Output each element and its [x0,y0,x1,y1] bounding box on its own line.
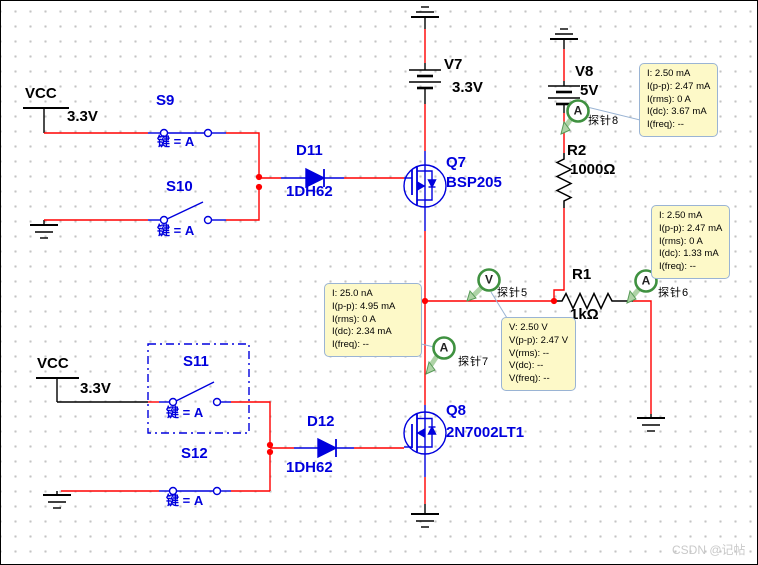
schematic-canvas: VCC 3.3V S9 键 = A S10 键 = A D11 1DH62 Q7… [0,0,758,565]
reading: V(dc): -- [509,360,544,372]
vcc-top-label[interactable]: VCC [25,86,57,101]
switch-s10[interactable] [148,201,226,225]
v7-value[interactable]: 3.3V [452,80,483,95]
ground-q8[interactable] [411,504,439,528]
ground-v8[interactable] [550,28,578,49]
resistor-r2[interactable] [555,153,573,208]
r2-ref[interactable]: R2 [567,143,586,158]
v7-ref[interactable]: V7 [444,57,462,72]
reading: V(rms): -- [509,347,550,359]
d11-part[interactable]: 1DH62 [286,184,333,199]
watermark: CSDN @记帖 [672,543,746,557]
reading: I(p-p): 2.47 mA [647,80,711,92]
reading: I(dc): 3.67 mA [647,106,707,118]
reading: I(p-p): 4.95 mA [332,300,396,312]
s10-key[interactable]: 键 = A [157,224,194,237]
s12-ref[interactable]: S12 [181,446,208,461]
probe-6-type: A [641,273,651,288]
battery-v7[interactable] [409,63,441,104]
mosfet-q7[interactable] [403,151,447,231]
s9-key[interactable]: 键 = A [157,135,194,148]
probe-5-label[interactable]: 探针5 [497,288,528,299]
r2-value[interactable]: 1000Ω [570,162,615,177]
reading: I(rms): 0 A [647,93,691,105]
reading: I(p-p): 2.47 mA [659,222,723,234]
probe-7-label[interactable]: 探针7 [458,357,489,368]
tooltip-leader-lines [416,106,658,348]
s11-key[interactable]: 键 = A [166,406,203,419]
probe-6-label[interactable]: 探针6 [658,288,689,299]
reading: I(rms): 0 A [659,235,703,247]
probe-6-tooltip: I: 2.50 mA I(p-p): 2.47 mA I(rms): 0 A I… [651,205,731,279]
probe-5-tooltip: V: 2.50 V V(p-p): 2.47 V V(rms): -- V(dc… [501,317,577,391]
s12-key[interactable]: 键 = A [166,494,203,507]
r1-ref[interactable]: R1 [572,267,591,282]
reading: I: 2.50 mA [659,210,703,221]
s11-ref[interactable]: S11 [183,354,209,369]
d12-ref[interactable]: D12 [307,414,335,429]
s9-ref[interactable]: S9 [156,93,174,108]
vcc-bottom-voltage[interactable]: 3.3V [80,381,111,396]
reading: I(rms): 0 A [332,313,376,325]
reading: I(freq): -- [332,339,369,351]
diode-d12[interactable] [294,437,354,459]
probe-7-tooltip: I: 25.0 nA I(p-p): 4.95 mA I(rms): 0 A I… [324,283,423,357]
probe-8-type: A [573,103,583,118]
probe-8-label[interactable]: 探针8 [588,116,619,127]
probe-5-icon[interactable] [466,268,501,302]
q8-ref[interactable]: Q8 [446,403,466,418]
q8-part[interactable]: 2N7002LT1 [446,425,524,440]
probe-7-type: A [439,340,449,355]
q7-ref[interactable]: Q7 [446,155,466,170]
wires-red[interactable] [44,29,652,504]
reading: V(p-p): 2.47 V [509,334,569,346]
reading: I(freq): -- [659,261,696,273]
ground-s10[interactable] [30,220,58,239]
reading: I(freq): -- [647,119,684,131]
mosfet-q8[interactable] [403,405,447,477]
v8-value[interactable]: 5V [580,83,598,98]
vcc-bottom-label[interactable]: VCC [37,356,69,371]
ground-s12[interactable] [43,491,71,509]
probe-5-type: V [484,272,494,287]
d11-ref[interactable]: D11 [296,143,323,158]
reading: V: 2.50 V [509,322,548,333]
switch-s11[interactable] [159,381,231,407]
ground-r1[interactable] [637,414,665,432]
reading: I: 25.0 nA [332,288,373,299]
q7-part[interactable]: BSP205 [446,175,502,190]
reading: I: 2.50 mA [647,68,691,79]
vcc-top-symbol[interactable] [23,107,69,133]
probe-8-tooltip: I: 2.50 mA I(p-p): 2.47 mA I(rms): 0 A I… [639,63,719,137]
v8-ref[interactable]: V8 [575,64,593,79]
reading: V(freq): -- [509,373,550,385]
vcc-top-voltage[interactable]: 3.3V [67,109,98,124]
d12-part[interactable]: 1DH62 [286,460,333,475]
s10-ref[interactable]: S10 [166,179,193,194]
reading: I(dc): 2.34 mA [332,326,392,338]
ground-v7[interactable] [411,6,439,29]
reading: I(dc): 1.33 mA [659,248,719,260]
